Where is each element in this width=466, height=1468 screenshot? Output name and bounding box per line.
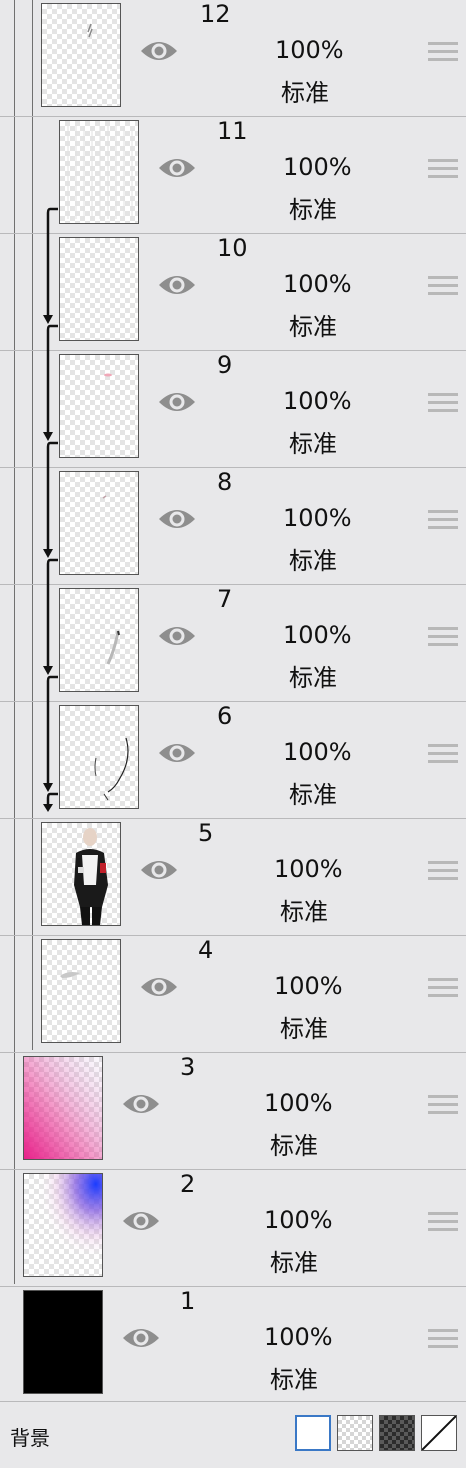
layer-row-12[interactable]: 12 100% 标准 bbox=[0, 0, 466, 117]
eye-icon[interactable] bbox=[157, 738, 197, 768]
layer-opacity[interactable]: 100% bbox=[274, 972, 343, 1000]
background-none-option[interactable] bbox=[421, 1415, 457, 1451]
layer-thumbnail bbox=[59, 354, 139, 458]
eye-icon[interactable] bbox=[157, 621, 197, 651]
layer-blend-mode[interactable]: 标准 bbox=[270, 1360, 318, 1395]
drag-handle-icon[interactable] bbox=[428, 510, 458, 532]
layer-opacity[interactable]: 100% bbox=[275, 36, 344, 64]
layer-thumbnail bbox=[23, 1056, 103, 1160]
layer-opacity[interactable]: 100% bbox=[283, 153, 352, 181]
drag-handle-icon[interactable] bbox=[428, 978, 458, 1000]
eye-icon[interactable] bbox=[139, 855, 179, 885]
layer-number: 9 bbox=[217, 351, 233, 379]
layer-row-9[interactable]: 9 100% 标准 bbox=[0, 351, 466, 468]
layer-thumbnail bbox=[59, 237, 139, 341]
layers-panel: 12 100% 标准 11 100% 标准 10 100% 标准 9 100% … bbox=[0, 0, 466, 1467]
layer-thumbnail bbox=[59, 120, 139, 224]
layer-blend-mode[interactable]: 标准 bbox=[289, 658, 337, 693]
drag-handle-icon[interactable] bbox=[428, 861, 458, 883]
drag-handle-icon[interactable] bbox=[428, 1212, 458, 1234]
layer-row-2[interactable]: 2 100% 标准 bbox=[0, 1170, 466, 1287]
layer-thumbnail bbox=[23, 1290, 103, 1394]
layer-opacity[interactable]: 100% bbox=[283, 387, 352, 415]
drag-handle-icon[interactable] bbox=[428, 42, 458, 64]
layer-row-3[interactable]: 3 100% 标准 bbox=[0, 1053, 466, 1170]
layer-blend-mode[interactable]: 标准 bbox=[289, 307, 337, 342]
layer-blend-mode[interactable]: 标准 bbox=[289, 775, 337, 810]
layer-row-11[interactable]: 11 100% 标准 bbox=[0, 117, 466, 234]
slash-icon bbox=[421, 1415, 457, 1451]
drag-handle-icon[interactable] bbox=[428, 627, 458, 649]
layer-number: 11 bbox=[217, 117, 248, 145]
layer-blend-mode[interactable]: 标准 bbox=[289, 190, 337, 225]
clipping-arrow-icon bbox=[43, 324, 58, 441]
drag-handle-icon[interactable] bbox=[428, 1095, 458, 1117]
layer-blend-mode[interactable]: 标准 bbox=[289, 424, 337, 459]
background-label: 背景 bbox=[10, 1426, 50, 1450]
drag-handle-icon[interactable] bbox=[428, 744, 458, 766]
layer-number: 3 bbox=[180, 1053, 196, 1081]
layer-blend-mode[interactable]: 标准 bbox=[280, 892, 328, 927]
layer-number: 1 bbox=[180, 1287, 196, 1315]
layer-thumbnail bbox=[59, 705, 139, 809]
layer-number: 7 bbox=[217, 585, 233, 613]
layer-opacity[interactable]: 100% bbox=[264, 1089, 333, 1117]
layer-row-10[interactable]: 10 100% 标准 bbox=[0, 234, 466, 351]
background-light-checker-option[interactable] bbox=[337, 1415, 373, 1451]
layer-number: 2 bbox=[180, 1170, 196, 1198]
eye-icon[interactable] bbox=[157, 270, 197, 300]
eye-icon[interactable] bbox=[121, 1323, 161, 1353]
layer-row-8[interactable]: 8 100% 标准 bbox=[0, 468, 466, 585]
layer-row-7[interactable]: 7 100% 标准 bbox=[0, 585, 466, 702]
eye-icon[interactable] bbox=[139, 972, 179, 1002]
clipping-arrow-icon bbox=[43, 675, 58, 792]
layer-blend-mode[interactable]: 标准 bbox=[281, 73, 329, 108]
layer-thumbnail bbox=[59, 471, 139, 575]
eye-icon[interactable] bbox=[139, 36, 179, 66]
layer-number: 5 bbox=[198, 819, 214, 847]
eye-icon[interactable] bbox=[157, 504, 197, 534]
layer-thumbnail bbox=[41, 822, 121, 926]
background-white-option[interactable] bbox=[295, 1415, 331, 1451]
layer-row-1[interactable]: 1 100% 标准 bbox=[0, 1287, 466, 1404]
clipping-arrow-icon bbox=[43, 558, 58, 675]
layer-opacity[interactable]: 100% bbox=[264, 1323, 333, 1351]
layer-opacity[interactable]: 100% bbox=[283, 738, 352, 766]
layer-blend-mode[interactable]: 标准 bbox=[270, 1243, 318, 1278]
layer-opacity[interactable]: 100% bbox=[264, 1206, 333, 1234]
clipping-arrow-icon bbox=[43, 207, 58, 324]
layer-number: 10 bbox=[217, 234, 248, 262]
layer-thumbnail bbox=[23, 1173, 103, 1277]
layer-thumbnail bbox=[41, 3, 121, 107]
layer-opacity[interactable]: 100% bbox=[283, 270, 352, 298]
eye-icon[interactable] bbox=[121, 1206, 161, 1236]
drag-handle-icon[interactable] bbox=[428, 276, 458, 298]
eye-icon[interactable] bbox=[121, 1089, 161, 1119]
layer-number: 4 bbox=[198, 936, 214, 964]
layer-thumbnail bbox=[59, 588, 139, 692]
clipping-arrow-icon bbox=[43, 792, 58, 812]
layer-blend-mode[interactable]: 标准 bbox=[270, 1126, 318, 1161]
layer-row-6[interactable]: 6 100% 标准 bbox=[0, 702, 466, 819]
clipping-arrow-icon bbox=[43, 441, 58, 558]
eye-icon[interactable] bbox=[157, 153, 197, 183]
layer-number: 8 bbox=[217, 468, 233, 496]
layer-opacity[interactable]: 100% bbox=[274, 855, 343, 883]
background-dark-checker-option[interactable] bbox=[379, 1415, 415, 1451]
layer-row-5[interactable]: 5 100% 标准 bbox=[0, 819, 466, 936]
layer-row-4[interactable]: 4 100% 标准 bbox=[0, 936, 466, 1053]
drag-handle-icon[interactable] bbox=[428, 393, 458, 415]
background-bar: 背景 bbox=[0, 1401, 466, 1468]
layer-opacity[interactable]: 100% bbox=[283, 504, 352, 532]
layer-blend-mode[interactable]: 标准 bbox=[289, 541, 337, 576]
layer-number: 12 bbox=[200, 0, 231, 28]
drag-handle-icon[interactable] bbox=[428, 1329, 458, 1351]
layer-number: 6 bbox=[217, 702, 233, 730]
layer-thumbnail bbox=[41, 939, 121, 1043]
drag-handle-icon[interactable] bbox=[428, 159, 458, 181]
layer-blend-mode[interactable]: 标准 bbox=[280, 1009, 328, 1044]
layer-opacity[interactable]: 100% bbox=[283, 621, 352, 649]
eye-icon[interactable] bbox=[157, 387, 197, 417]
